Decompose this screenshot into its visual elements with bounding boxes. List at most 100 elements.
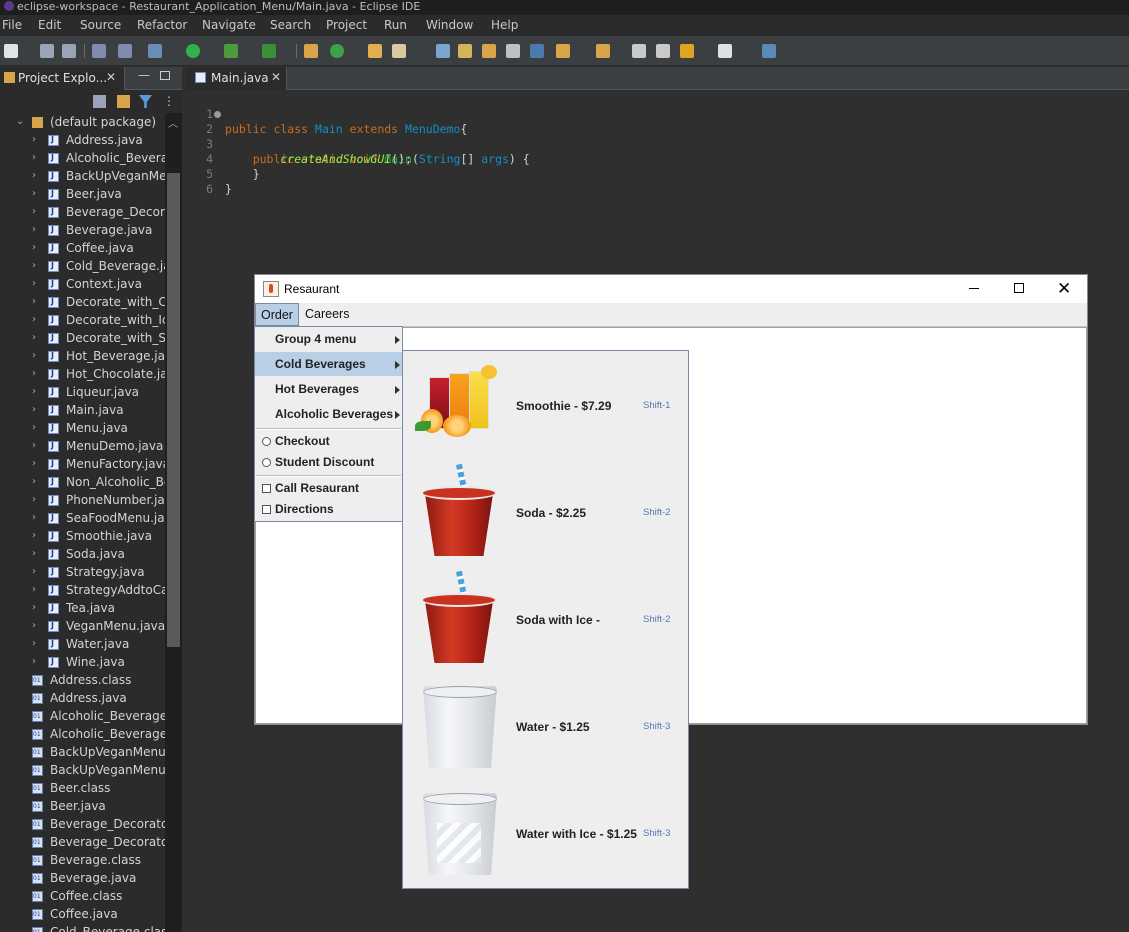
- menu-navigate[interactable]: Navigate: [202, 18, 256, 32]
- menu-search[interactable]: Search: [270, 18, 311, 32]
- tree-file-node[interactable]: › Menu.java: [0, 419, 165, 437]
- checkbox[interactable]: [262, 505, 271, 514]
- pilcrow-icon[interactable]: [530, 44, 544, 58]
- chevron-right-icon[interactable]: ›: [32, 239, 36, 257]
- tree-file-node[interactable]: Beverage_Decorator.ja: [0, 833, 165, 852]
- menu-item-alcoholic-beverages[interactable]: Alcoholic Beverages: [255, 402, 402, 426]
- radio-button[interactable]: [262, 458, 271, 467]
- tree-package-node[interactable]: ⌄ (default package): [0, 113, 165, 131]
- menu-item-water[interactable]: Water - $1.25 Shift-3: [403, 672, 688, 779]
- maximize-icon[interactable]: [1014, 283, 1024, 293]
- tree-file-node[interactable]: Address.class: [0, 671, 165, 690]
- tree-file-node[interactable]: › Coffee.java: [0, 239, 165, 257]
- menu-source[interactable]: Source: [80, 18, 121, 32]
- menu-item-group-4-menu[interactable]: Group 4 menu: [255, 327, 402, 351]
- tree-file-node[interactable]: › Alcoholic_Beverag: [0, 149, 165, 167]
- chevron-right-icon[interactable]: ›: [32, 383, 36, 401]
- chevron-right-icon[interactable]: ›: [32, 563, 36, 581]
- chevron-down-icon[interactable]: ⌄: [16, 113, 24, 131]
- next-annotation-icon[interactable]: [556, 44, 570, 58]
- tree-file-node[interactable]: › Cold_Beverage.jav: [0, 257, 165, 275]
- tree-file-node[interactable]: › VeganMenu.java: [0, 617, 165, 635]
- chevron-right-icon[interactable]: ›: [32, 635, 36, 653]
- chevron-right-icon[interactable]: ›: [32, 221, 36, 239]
- tree-file-node[interactable]: BackUpVeganMenu.cl: [0, 743, 165, 762]
- run-icon[interactable]: [186, 44, 200, 58]
- menu-item-call-resaurant[interactable]: Call Resaurant: [255, 478, 402, 499]
- chevron-right-icon[interactable]: ›: [32, 311, 36, 329]
- close-icon[interactable]: ✕: [271, 70, 281, 84]
- toggle-mark-icon[interactable]: [458, 44, 472, 58]
- forward-icon[interactable]: [718, 44, 732, 58]
- chevron-right-icon[interactable]: ›: [32, 347, 36, 365]
- coverage-icon[interactable]: [262, 44, 276, 58]
- tree-file-node[interactable]: Beer.java: [0, 797, 165, 816]
- menu-item-student-discount[interactable]: Student Discount: [255, 452, 402, 473]
- chevron-right-icon[interactable]: ›: [32, 527, 36, 545]
- tree-file-node[interactable]: › Main.java: [0, 401, 165, 419]
- menu-item-soda[interactable]: Soda - $2.25 Shift-2: [403, 458, 688, 565]
- minimize-icon[interactable]: —: [138, 68, 150, 82]
- menu-item-cold-beverages[interactable]: Cold Beverages: [255, 352, 402, 376]
- tree-file-node[interactable]: › Liqueur.java: [0, 383, 165, 401]
- tree-file-node[interactable]: › Water.java: [0, 635, 165, 653]
- tree-file-node[interactable]: › Soda.java: [0, 545, 165, 563]
- radio-button[interactable]: [262, 437, 271, 446]
- tree-file-node[interactable]: Beverage.class: [0, 851, 165, 870]
- tree-file-node[interactable]: › SeaFoodMenu.java: [0, 509, 165, 527]
- new-java-project-icon[interactable]: [304, 44, 318, 58]
- last-edit-icon[interactable]: [632, 44, 646, 58]
- checkbox[interactable]: [262, 484, 271, 493]
- terminal-icon[interactable]: [92, 44, 106, 58]
- minimize-icon[interactable]: [969, 288, 979, 289]
- chevron-right-icon[interactable]: ›: [32, 329, 36, 347]
- chevron-right-icon[interactable]: ›: [32, 401, 36, 419]
- search-icon[interactable]: [436, 44, 450, 58]
- tree-file-node[interactable]: › Wine.java: [0, 653, 165, 671]
- tree-file-node[interactable]: Alcoholic_Beverage.cl: [0, 707, 165, 726]
- tree-file-node[interactable]: › Non_Alcoholic_Bev: [0, 473, 165, 491]
- show-whitespace-icon[interactable]: [506, 44, 520, 58]
- chevron-right-icon[interactable]: ›: [32, 167, 36, 185]
- chevron-right-icon[interactable]: ›: [32, 437, 36, 455]
- code-area[interactable]: 1 public class Main extends MenuDemo{ 2 …: [187, 92, 1129, 196]
- tree-file-node[interactable]: › PhoneNumber.java: [0, 491, 165, 509]
- tree-file-node[interactable]: Cold_Beverage.class: [0, 923, 165, 932]
- tree-file-node[interactable]: › Address.java: [0, 131, 165, 149]
- tree-file-node[interactable]: › Decorate_with_Sug: [0, 329, 165, 347]
- chevron-right-icon[interactable]: ›: [32, 491, 36, 509]
- scrollbar-thumb[interactable]: [167, 173, 180, 647]
- chevron-up-icon[interactable]: ︿: [168, 115, 178, 130]
- open-perspective-icon[interactable]: [762, 44, 776, 58]
- menu-window[interactable]: Window: [426, 18, 473, 32]
- tree-file-node[interactable]: › Beverage.java: [0, 221, 165, 239]
- chevron-right-icon[interactable]: ›: [32, 599, 36, 617]
- menu-item-hot-beverages[interactable]: Hot Beverages: [255, 377, 402, 401]
- chevron-right-icon[interactable]: ›: [32, 509, 36, 527]
- tree-file-node[interactable]: › Hot_Beverage.java: [0, 347, 165, 365]
- prev-annotation-icon[interactable]: [596, 44, 610, 58]
- chevron-right-icon[interactable]: ›: [32, 473, 36, 491]
- filter-icon[interactable]: [139, 95, 152, 108]
- save-icon[interactable]: [40, 44, 54, 58]
- tree-file-node[interactable]: › StrategyAddtoCart: [0, 581, 165, 599]
- tree-file-node[interactable]: › Context.java: [0, 275, 165, 293]
- new-file-icon[interactable]: [4, 44, 18, 58]
- chevron-right-icon[interactable]: ›: [32, 257, 36, 275]
- save-all-icon[interactable]: [62, 44, 76, 58]
- tree-file-node[interactable]: › MenuFactory.java: [0, 455, 165, 473]
- chevron-right-icon[interactable]: ›: [32, 365, 36, 383]
- menu-careers[interactable]: Careers: [300, 303, 354, 326]
- tree-file-node[interactable]: Beverage.java: [0, 869, 165, 888]
- chevron-right-icon[interactable]: ›: [32, 581, 36, 599]
- tree-file-node[interactable]: › Beer.java: [0, 185, 165, 203]
- menu-order[interactable]: Order: [255, 303, 299, 326]
- menu-help[interactable]: Help: [491, 18, 518, 32]
- view-menu-icon[interactable]: ⋮: [163, 95, 176, 108]
- menu-item-soda-with-ice[interactable]: Soda with Ice - Shift-2: [403, 565, 688, 672]
- chevron-right-icon[interactable]: ›: [32, 617, 36, 635]
- link-editor-icon[interactable]: [117, 95, 130, 108]
- tree-file-node[interactable]: › BackUpVeganMen: [0, 167, 165, 185]
- chevron-right-icon[interactable]: ›: [32, 203, 36, 221]
- chevron-right-icon[interactable]: ›: [32, 455, 36, 473]
